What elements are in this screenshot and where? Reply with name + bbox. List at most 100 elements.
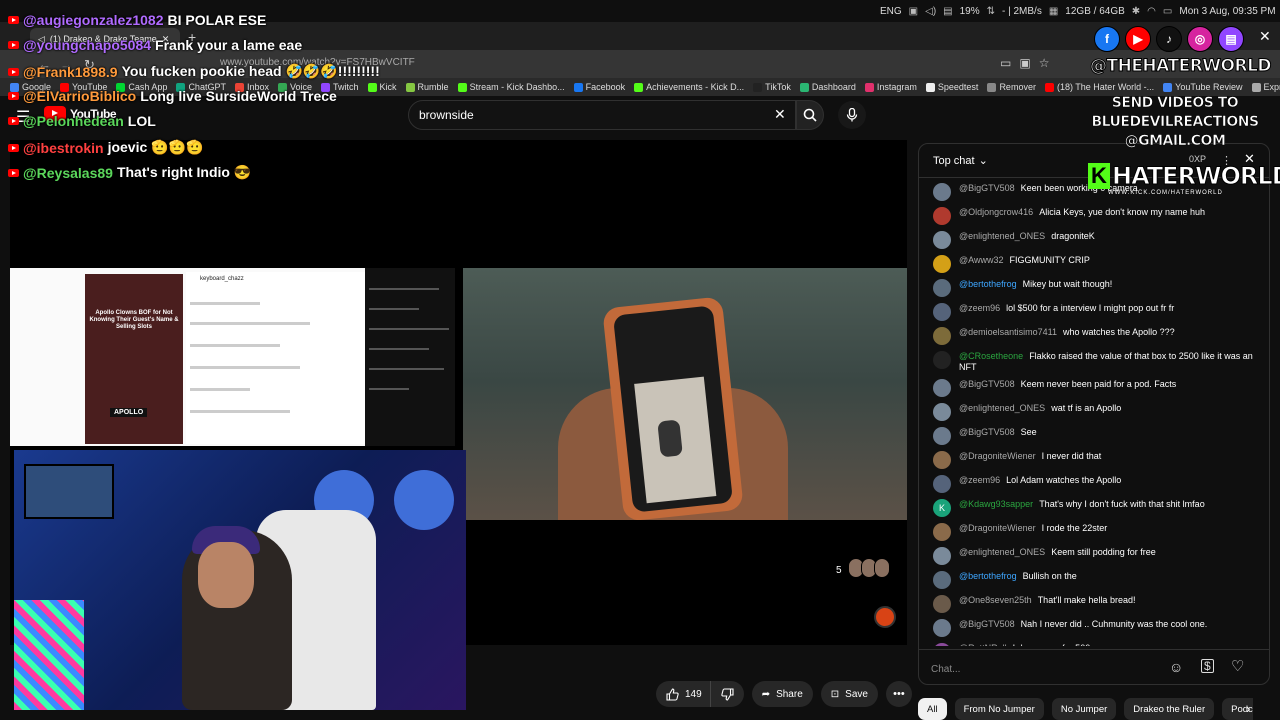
chat-author[interactable]: @RottNRoll (959, 643, 1007, 646)
chat-message[interactable]: @zeem96 lol $500 for a interview I might … (919, 300, 1269, 324)
bookmark-item[interactable]: Achievements - Kick D... (634, 82, 744, 92)
chat-author[interactable]: @enlightened_ONES (959, 231, 1045, 241)
wifi-icon[interactable]: ◠ (1147, 6, 1156, 17)
bluetooth-icon[interactable]: ✱ (1132, 6, 1140, 17)
avatar[interactable] (933, 379, 951, 397)
voice-search-button[interactable] (838, 101, 866, 129)
chat-message[interactable]: @bertothefrog Bullish on the (919, 568, 1269, 592)
heart-icon[interactable]: ♡ (1231, 657, 1244, 675)
chat-message[interactable]: @enlightened_ONES wat tf is an Apollo (919, 400, 1269, 424)
avatar[interactable] (933, 547, 951, 565)
avatar[interactable] (933, 231, 951, 249)
screenshot-icon[interactable]: ▣ (1019, 56, 1030, 70)
bookmark-item[interactable]: (18) The Hater World -... (1044, 82, 1154, 92)
channel-watermark-icon[interactable] (874, 606, 896, 628)
avatar[interactable] (933, 351, 951, 369)
save-button[interactable]: ⊡ Save (820, 681, 878, 707)
bookmark-item[interactable]: Express (1251, 82, 1280, 92)
more-actions-button[interactable]: ••• (885, 681, 912, 707)
avatar[interactable] (933, 475, 951, 493)
chat-message[interactable]: @DragoniteWiener I never did that (919, 448, 1269, 472)
chat-author[interactable]: @zeem96 (959, 475, 1000, 485)
cast-icon[interactable]: ▭ (1000, 56, 1011, 70)
chat-author[interactable]: @zeem96 (959, 303, 1000, 313)
dislike-button[interactable] (709, 681, 744, 707)
bookmark-item[interactable]: Dashboard (799, 82, 856, 92)
chat-message[interactable]: @enlightened_ONES dragoniteK (919, 228, 1269, 252)
chevron-right-icon[interactable]: › (1246, 701, 1250, 716)
emoji-icon[interactable]: ☺ (1169, 659, 1183, 675)
bookmark-item[interactable]: Remover (987, 82, 1036, 92)
avatar[interactable] (933, 523, 951, 541)
language-indicator[interactable]: ENG (880, 6, 902, 17)
chat-author[interactable]: @bertothefrog (959, 279, 1017, 289)
bookmark-item[interactable]: YouTube Review (1163, 82, 1243, 92)
chat-author[interactable]: @DragoniteWiener (959, 523, 1036, 533)
avatar[interactable] (933, 207, 951, 225)
chat-author[interactable]: @enlightened_ONES (959, 403, 1045, 413)
avatar[interactable] (933, 595, 951, 613)
chat-message[interactable]: @DragoniteWiener I rode the 22ster (919, 520, 1269, 544)
chat-author[interactable]: @BigGTV508 (959, 379, 1015, 389)
avatar[interactable] (933, 183, 951, 201)
chat-author[interactable]: @One8seven25th (959, 595, 1032, 605)
volume-icon[interactable]: ◁) (925, 6, 936, 17)
chat-author[interactable]: @Kdawg93sapper (959, 499, 1033, 509)
super-chat-icon[interactable]: $ (1201, 659, 1214, 673)
bookmark-item[interactable]: Speedtest (925, 82, 978, 92)
chat-author[interactable]: @BigGTV508 (959, 183, 1015, 193)
avatar[interactable] (933, 427, 951, 445)
bookmark-star-icon[interactable]: ☆ (1039, 56, 1050, 70)
bookmark-item[interactable]: Instagram (864, 82, 917, 92)
chat-message[interactable]: @bertothefrog Mikey but wait though! (919, 276, 1269, 300)
avatar[interactable] (933, 571, 951, 589)
chat-message[interactable]: @BigGTV508 See (919, 424, 1269, 448)
bookmark-item[interactable]: Rumble (405, 82, 449, 92)
chat-message[interactable]: @BigGTV508 Nah I never did .. Cuhmunity w… (919, 616, 1269, 640)
chat-author[interactable]: @BigGTV508 (959, 427, 1015, 437)
close-icon[interactable]: ✕ (1259, 28, 1271, 45)
like-button[interactable]: 149 (656, 681, 710, 707)
chat-message[interactable]: @One8seven25th That'll make hella bread! (919, 592, 1269, 616)
chat-message[interactable]: @zeem96 Lol Adam watches the Apollo (919, 472, 1269, 496)
chat-author[interactable]: @DragoniteWiener (959, 451, 1036, 461)
chat-message[interactable]: @BigGTV508 Keem never been paid for a pod… (919, 376, 1269, 400)
filter-chip[interactable]: No Jumper (1051, 698, 1117, 720)
bookmark-item[interactable]: TikTok (753, 82, 791, 92)
chat-message[interactable]: @Oldjongcrow416 Alicia Keys, yue don't kn… (919, 204, 1269, 228)
chat-author[interactable]: @Awww32 (959, 255, 1004, 265)
avatar[interactable] (933, 303, 951, 321)
avatar[interactable]: K (933, 499, 951, 517)
bookmark-item[interactable]: Facebook (573, 82, 625, 92)
clear-search-icon[interactable]: ✕ (774, 106, 786, 123)
avatar[interactable] (933, 643, 951, 646)
avatar[interactable] (933, 327, 951, 345)
chat-message[interactable]: K @Kdawg93sapper That's why I don't fuck w… (919, 496, 1269, 520)
search-input[interactable] (408, 100, 796, 130)
filter-chip[interactable]: All (918, 698, 947, 720)
chat-text: I do a verse for 500 (1013, 643, 1091, 646)
chat-author[interactable]: @demioelsantisimo7411 (959, 327, 1057, 337)
share-button[interactable]: ➦ Share (751, 681, 813, 707)
avatar[interactable] (933, 279, 951, 297)
chat-message[interactable]: @enlightened_ONES Keem still podding for … (919, 544, 1269, 568)
chat-author[interactable]: @Oldjongcrow416 (959, 207, 1033, 217)
avatar[interactable] (933, 255, 951, 273)
chat-author[interactable]: @enlightened_ONES (959, 547, 1045, 557)
avatar[interactable] (933, 619, 951, 637)
chat-message[interactable]: @CRosetheone Flakko raised the value of t… (919, 348, 1269, 376)
chat-author[interactable]: @bertothefrog (959, 571, 1017, 581)
chat-author[interactable]: @BigGTV508 (959, 619, 1015, 629)
chat-message[interactable]: @demioelsantisimo7411 who watches the Apo… (919, 324, 1269, 348)
avatar[interactable] (933, 451, 951, 469)
chat-author[interactable]: @CRosetheone (959, 351, 1023, 361)
chat-message[interactable]: @Awww32 FIGGMUNITY CRIP (919, 252, 1269, 276)
chat-message[interactable]: @RottNRoll I do a verse for 500 (919, 640, 1269, 646)
filter-chip[interactable]: Drakeo the Ruler (1124, 698, 1215, 720)
clock[interactable]: Mon 3 Aug, 09:35 PM (1179, 6, 1275, 17)
avatar[interactable] (933, 403, 951, 421)
filter-chip[interactable]: From No Jumper (954, 698, 1044, 720)
chat-input[interactable] (931, 658, 1161, 680)
bookmark-item[interactable]: Kick (367, 82, 397, 92)
bookmark-item[interactable]: Stream - Kick Dashbo... (457, 82, 565, 92)
